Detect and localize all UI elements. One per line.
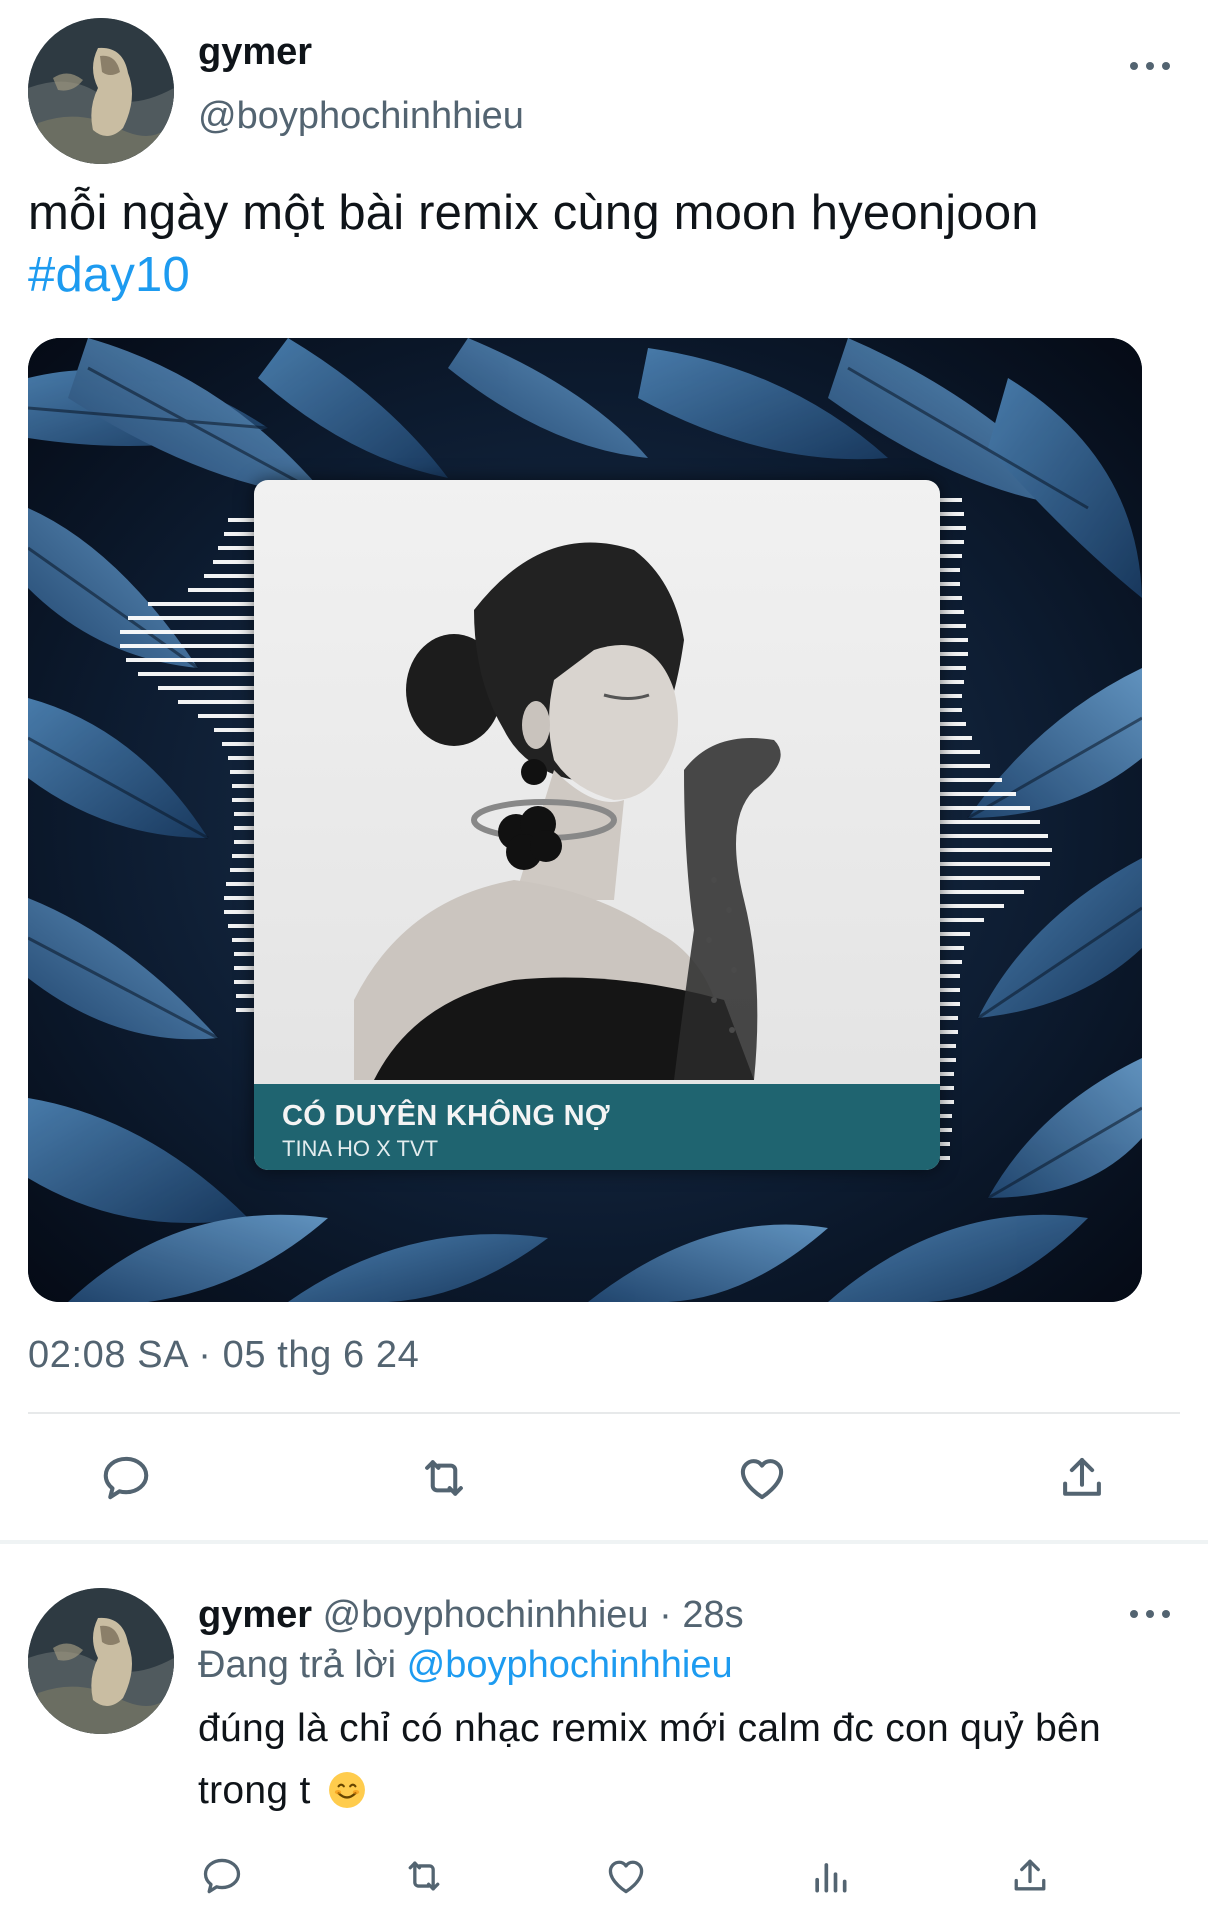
retweet-icon[interactable] (415, 1451, 473, 1505)
reply-views-action[interactable] (806, 1852, 854, 1900)
replying-to-mention[interactable]: @boyphochinhhieu (407, 1644, 733, 1686)
reply-more-options-icon[interactable] (1130, 1604, 1170, 1624)
heart-icon[interactable] (734, 1451, 790, 1505)
share-icon[interactable] (1055, 1451, 1109, 1505)
song-title: CÓ DUYÊN KHÔNG NỢ (282, 1100, 610, 1132)
reply-author-avatar[interactable] (28, 1588, 174, 1734)
tweet-media-image[interactable]: CÓ DUYÊN KHÔNG NỢ TINA HO X TVT (28, 338, 1142, 1302)
tweet-body: mỗi ngày một bài remix cùng moon hyeonjo… (28, 186, 1039, 240)
reply-retweet-action[interactable] (398, 1852, 450, 1900)
like-action[interactable] (732, 1448, 792, 1508)
tweet-text: mỗi ngày một bài remix cùng moon hyeonjo… (28, 182, 1178, 306)
share-action[interactable] (1052, 1448, 1112, 1508)
reply-icon[interactable] (200, 1854, 244, 1898)
song-info-band: CÓ DUYÊN KHÔNG NỢ TINA HO X TVT (254, 1084, 940, 1170)
reply-display-name[interactable]: gymer (198, 1594, 312, 1636)
views-icon[interactable] (808, 1854, 852, 1898)
reply-action[interactable] (96, 1448, 156, 1508)
retweet-action[interactable] (412, 1448, 476, 1508)
smiling-face-emoji (328, 1772, 365, 1808)
album-cover: CÓ DUYÊN KHÔNG NỢ TINA HO X TVT (254, 480, 940, 1170)
tweet-timestamp[interactable]: 02:08 SA · 05 thg 6 24 (28, 1334, 419, 1377)
replying-to-line: Đang trả lời @boyphochinhhieu (198, 1640, 733, 1690)
reply-text: đúng là chỉ có nhạc remix mới calm đc co… (198, 1698, 1168, 1822)
reply-share-action[interactable] (1006, 1852, 1054, 1900)
reply-header: gymer @boyphochinhhieu · 28s (198, 1590, 744, 1640)
divider (28, 1412, 1180, 1414)
author-display-name[interactable]: gymer (198, 30, 312, 74)
share-icon[interactable] (1008, 1854, 1052, 1898)
reply-icon[interactable] (99, 1451, 153, 1505)
retweet-icon[interactable] (400, 1854, 448, 1898)
reply-handle-time[interactable]: @boyphochinhhieu · 28s (323, 1594, 744, 1636)
song-artist: TINA HO X TVT (282, 1136, 439, 1161)
reply-reply-action[interactable] (198, 1852, 246, 1900)
heart-icon[interactable] (603, 1854, 649, 1898)
author-avatar[interactable] (28, 18, 174, 164)
section-divider (0, 1540, 1208, 1544)
hashtag-link[interactable]: #day10 (28, 244, 1178, 306)
more-options-icon[interactable] (1130, 56, 1170, 76)
author-handle[interactable]: @boyphochinhhieu (198, 94, 524, 138)
reply-like-action[interactable] (602, 1852, 650, 1900)
replying-to-prefix: Đang trả lời (198, 1644, 397, 1686)
singer-portrait (354, 542, 781, 1080)
